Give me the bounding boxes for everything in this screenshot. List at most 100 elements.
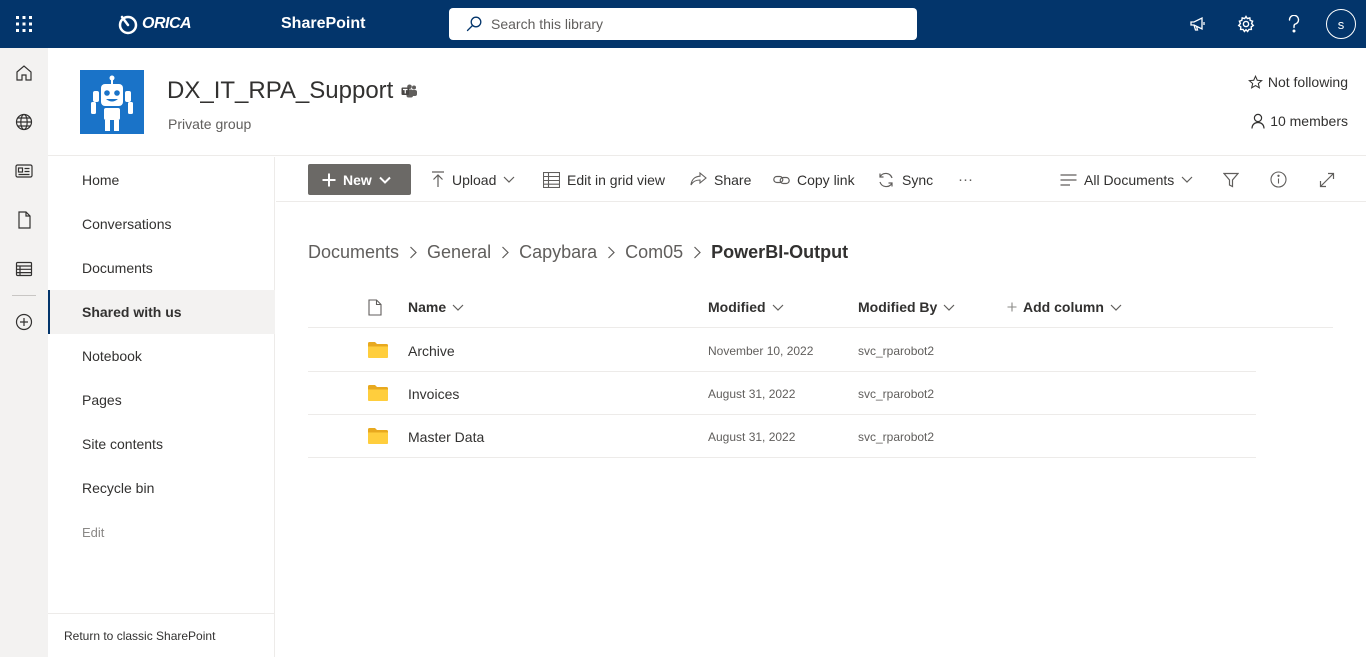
follow-button[interactable]: Not following: [1247, 74, 1348, 90]
breadcrumb: Documents General Capybara Com05 PowerBI…: [308, 240, 848, 264]
members-label: 10 members: [1270, 113, 1348, 129]
view-label: All Documents: [1084, 171, 1175, 188]
nav-item-home[interactable]: Home: [48, 158, 275, 202]
news-icon[interactable]: [0, 147, 48, 195]
lists-icon[interactable]: [0, 245, 48, 293]
list-item[interactable]: Master Data August 31, 2022 svc_rparobot…: [308, 415, 1256, 458]
chevron-down-icon: [379, 176, 391, 184]
share-label: Share: [714, 171, 752, 188]
teams-icon[interactable]: [401, 84, 418, 99]
suite-bar: ORICA SharePoint s: [0, 0, 1366, 48]
nav-item-conversations[interactable]: Conversations: [48, 202, 275, 246]
list-header: Name Modified Modified By Add column: [308, 286, 1333, 328]
brand-name: ORICA: [142, 15, 192, 32]
waffle-icon[interactable]: [0, 0, 48, 48]
brand-swirl-icon: [118, 15, 138, 35]
modified-by-column-label: Modified By: [858, 299, 938, 315]
site-logo[interactable]: [80, 70, 144, 134]
command-bar: New Upload Edit in grid view Share Copy …: [276, 157, 1366, 202]
nav-item-pages[interactable]: Pages: [48, 378, 275, 422]
name-column-header[interactable]: Name: [408, 286, 464, 328]
grid-label: Edit in grid view: [567, 171, 666, 188]
return-to-classic-link[interactable]: Return to classic SharePoint: [48, 613, 275, 657]
nav-item-shared-with-us[interactable]: Shared with us: [48, 290, 275, 334]
copy-link-button[interactable]: Copy link: [773, 164, 855, 195]
chevron-down-icon: [452, 304, 464, 311]
home-icon[interactable]: [0, 49, 48, 97]
upload-button[interactable]: Upload: [431, 164, 515, 195]
folder-icon: [368, 385, 388, 401]
document-icon: [368, 298, 382, 316]
item-modified-by: svc_rparobot2: [858, 343, 935, 358]
item-modified: August 31, 2022: [708, 386, 796, 401]
view-selector[interactable]: All Documents: [1060, 164, 1193, 195]
chevron-right-icon: [693, 246, 702, 259]
folder-icon: [368, 342, 388, 358]
avatar[interactable]: s: [1326, 9, 1356, 39]
item-name[interactable]: Archive: [408, 329, 455, 372]
sync-label: Sync: [902, 171, 934, 188]
edit-in-grid-view-button[interactable]: Edit in grid view: [543, 164, 665, 195]
info-icon[interactable]: [1270, 164, 1287, 195]
share-button[interactable]: Share: [690, 164, 751, 195]
chevron-down-icon: [503, 176, 515, 183]
list-item[interactable]: Archive November 10, 2022 svc_rparobot2: [308, 329, 1256, 372]
search-input[interactable]: [491, 16, 871, 32]
nav-item-recycle-bin[interactable]: Recycle bin: [48, 466, 275, 510]
new-button[interactable]: New: [308, 164, 411, 195]
chevron-right-icon: [607, 246, 615, 259]
brand-logo[interactable]: ORICA: [116, 11, 192, 37]
modified-column-header[interactable]: Modified: [708, 286, 784, 328]
grid-icon: [543, 171, 560, 188]
copy-link-label: Copy link: [797, 171, 855, 188]
link-icon: [773, 174, 790, 186]
create-icon[interactable]: [0, 298, 48, 346]
sync-button[interactable]: Sync: [877, 164, 933, 195]
nav-item-notebook[interactable]: Notebook: [48, 334, 275, 378]
breadcrumb-item-documents[interactable]: Documents: [308, 242, 399, 263]
file-type-column-header[interactable]: [368, 286, 382, 328]
search-icon: [466, 16, 482, 32]
breadcrumb-item-capybara[interactable]: Capybara: [519, 242, 597, 263]
follow-label: Not following: [1267, 74, 1348, 90]
breadcrumb-item-com05[interactable]: Com05: [625, 242, 683, 263]
megaphone-icon[interactable]: [1174, 0, 1222, 48]
site-title-text[interactable]: DX_IT_RPA_Support: [167, 77, 393, 105]
folder-icon: [368, 428, 388, 444]
view-lines-icon: [1060, 173, 1077, 186]
chevron-down-icon: [772, 304, 784, 311]
nav-item-site-contents[interactable]: Site contents: [48, 422, 275, 466]
filter-icon[interactable]: [1223, 164, 1239, 195]
gear-icon[interactable]: [1222, 0, 1270, 48]
help-icon[interactable]: [1270, 0, 1318, 48]
chevron-down-icon: [943, 304, 955, 311]
expand-icon[interactable]: [1319, 164, 1335, 195]
chevron-down-icon: [1181, 176, 1193, 183]
list-item[interactable]: Invoices August 31, 2022 svc_rparobot2: [308, 372, 1256, 415]
add-column-header[interactable]: Add column: [1007, 286, 1122, 328]
item-name[interactable]: Master Data: [408, 415, 484, 458]
modified-column-label: Modified: [708, 299, 766, 315]
more-options-button[interactable]: ···: [958, 164, 973, 195]
nav-edit-link[interactable]: Edit: [48, 510, 275, 554]
globe-icon[interactable]: [0, 98, 48, 146]
app-bar: [0, 48, 48, 657]
modified-by-column-header[interactable]: Modified By: [858, 286, 955, 328]
plus-icon: [322, 173, 336, 187]
breadcrumb-current: PowerBI-Output: [711, 241, 849, 262]
chevron-right-icon: [501, 246, 509, 259]
app-name[interactable]: SharePoint: [281, 15, 365, 33]
add-column-label: Add column: [1023, 299, 1104, 315]
members-button[interactable]: 10 members: [1251, 113, 1348, 129]
item-modified: November 10, 2022: [708, 343, 814, 358]
item-name[interactable]: Invoices: [408, 372, 459, 415]
name-column-label: Name: [408, 299, 447, 315]
chevron-down-icon: [1110, 304, 1122, 311]
site-header: DX_IT_RPA_Support Private group Not foll…: [48, 48, 1366, 156]
file-icon[interactable]: [0, 196, 48, 244]
sync-icon: [877, 172, 895, 188]
site-title: DX_IT_RPA_Support: [167, 77, 418, 105]
breadcrumb-item-general[interactable]: General: [427, 242, 491, 263]
search-box[interactable]: [449, 8, 917, 40]
nav-item-documents[interactable]: Documents: [48, 246, 275, 290]
